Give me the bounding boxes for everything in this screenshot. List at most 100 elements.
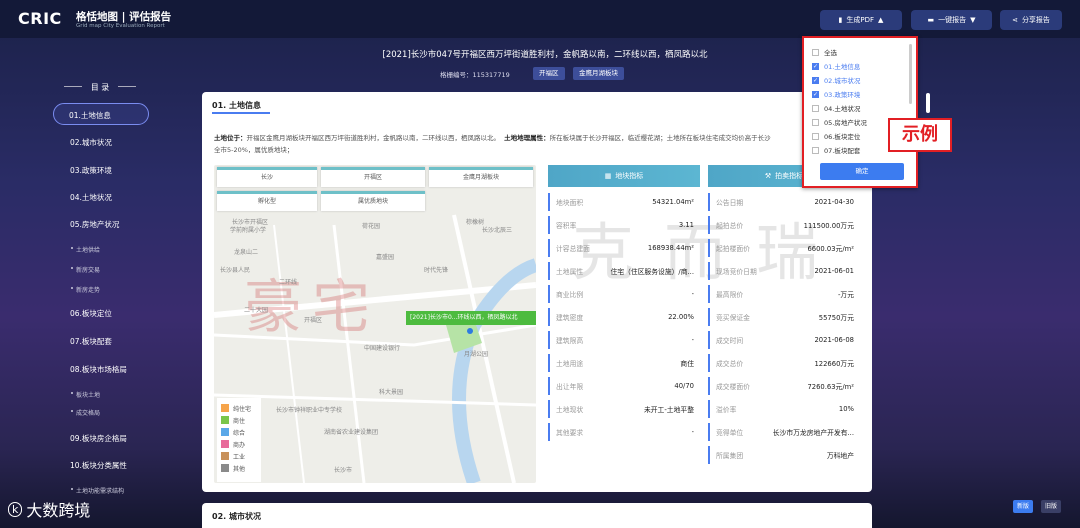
map-tab-sector[interactable]: 金鹰月湖板块 bbox=[429, 167, 533, 187]
toc-item-market[interactable]: 08.板块市场格局 bbox=[70, 364, 127, 375]
checkbox[interactable] bbox=[812, 104, 819, 112]
indicator-row: 计容总建面 168938.44m² bbox=[548, 239, 700, 257]
caret-up-icon: ▲ bbox=[878, 16, 884, 24]
toc-item-positioning[interactable]: 06.板块定位 bbox=[70, 308, 112, 319]
app-subtitle: Grid map City Evaluation Report bbox=[76, 23, 165, 29]
legend-item: 综合 bbox=[221, 426, 257, 438]
indicator-row: 建筑密度 22.00% bbox=[548, 308, 700, 326]
land-indicators-list: 地块面积 54321.04m² 容积率 3.11 计容总建面 168938.44m² … bbox=[548, 193, 700, 446]
toc-sub-deal-pattern[interactable]: 成交格局 bbox=[70, 408, 100, 417]
checkbox[interactable] bbox=[812, 146, 819, 154]
dd-item-policy[interactable]: ✓ 03.政策环境 bbox=[812, 89, 860, 99]
map-label: 学前附属小学 bbox=[230, 227, 267, 234]
map-legend: 纯住宅 商住 综合 商办 工业 其他 bbox=[217, 398, 261, 482]
map-label: 月湖公园 bbox=[464, 351, 489, 358]
dd-item-city[interactable]: ✓ 02.城市状况 bbox=[812, 75, 860, 85]
legend-swatch bbox=[221, 416, 229, 424]
map-label: 湖南省农业建设集团 bbox=[324, 429, 379, 436]
share-icon: ⋖ bbox=[1012, 16, 1018, 24]
dd-item-land-info[interactable]: ✓ 01.土地信息 bbox=[812, 61, 860, 71]
toc-item-facilities[interactable]: 07.板块配套 bbox=[70, 336, 112, 347]
toc-item-classification[interactable]: 10.板块分类属性 bbox=[70, 460, 127, 471]
one-click-report-button[interactable]: ▬ 一键报告 ▼ bbox=[911, 10, 992, 30]
dropdown-scrollbar[interactable] bbox=[909, 44, 912, 104]
caret-down-icon: ▼ bbox=[970, 16, 976, 24]
map-tab-city[interactable]: 长沙 bbox=[217, 167, 317, 187]
map-label: 嘉盛园 bbox=[376, 254, 395, 261]
pdf-section-dropdown: 全选 ✓ 01.土地信息 ✓ 02.城市状况 ✓ 03.政策环境 04.土地状况 05… bbox=[802, 36, 918, 188]
legend-swatch bbox=[221, 452, 229, 460]
legend-item: 商办 bbox=[221, 438, 257, 450]
checkbox-checked[interactable]: ✓ bbox=[812, 62, 819, 70]
legend-item: 纯住宅 bbox=[221, 402, 257, 414]
toc-item-city[interactable]: 02.城市状况 bbox=[70, 137, 112, 148]
auction-row: 竞买保证金 55750万元 bbox=[708, 308, 860, 326]
dd-item-real-estate[interactable]: 05.房地产状况 bbox=[812, 117, 867, 127]
district-tag: 开福区 bbox=[533, 67, 565, 80]
checkbox-checked[interactable]: ✓ bbox=[812, 76, 819, 84]
section-underline bbox=[212, 112, 270, 114]
map-label: 龙泉山二 bbox=[234, 249, 259, 256]
bottom-brand: k 大数跨境 bbox=[8, 497, 90, 521]
toc-item-land-info[interactable]: 01.土地信息 bbox=[53, 103, 149, 125]
legend-item: 工业 bbox=[221, 450, 257, 462]
city-status-card: 02. 城市状况 bbox=[202, 503, 872, 528]
auction-row: 起拍总价 111500.00万元 bbox=[708, 216, 860, 234]
land-map[interactable]: 豪宅 长沙 开福区 金鹰月湖板块 孵化型 属优质地块 长沙市 开福区 学前附属小学… bbox=[214, 165, 536, 483]
map-tab-quality[interactable]: 属优质地块 bbox=[321, 191, 425, 211]
checkbox[interactable] bbox=[812, 118, 819, 126]
land-location-text: 土地位于：开福区金鹰月湖板块开福区西万坪街道胜利村，金帆路以南，二环线以西，栖凤… bbox=[214, 132, 864, 156]
location-value: 开福区金鹰月湖板块开福区西万坪街道胜利村，金帆路以南，二环线以西，栖凤路以北。 bbox=[246, 134, 501, 142]
dd-select-all[interactable]: 全选 bbox=[812, 47, 837, 57]
report-label: 一键报告 bbox=[938, 16, 967, 24]
map-label: 长沙县人民 bbox=[220, 267, 251, 274]
auction-indicators-list: 公告日期 2021-04-30 起拍总价 111500.00万元 起拍楼面价 6600… bbox=[708, 193, 860, 469]
indicator-row: 容积率 3.11 bbox=[548, 216, 700, 234]
toc-item-land-status[interactable]: 04.土地状况 bbox=[70, 192, 112, 203]
toc-item-policy[interactable]: 03.政策环境 bbox=[70, 165, 112, 176]
map-label: 长沙市 bbox=[334, 467, 353, 474]
attr-value: 所在板块属于长沙开福区，临近樱花湖；土地所在板块住宅成交均价高于长沙 bbox=[549, 134, 771, 142]
toc-heading: 目 录 bbox=[60, 82, 140, 93]
confirm-button[interactable]: 确定 bbox=[820, 163, 904, 180]
map-label: 二环线 bbox=[279, 279, 298, 286]
toc-sub-land-supply[interactable]: 土地供给 bbox=[70, 245, 100, 254]
indicator-row: 地块面积 54321.04m² bbox=[548, 193, 700, 211]
auction-row: 成交楼面价 7260.63元/m² bbox=[708, 377, 860, 395]
document-icon: ▮ bbox=[838, 16, 843, 24]
auction-row: 溢价率 10% bbox=[708, 400, 860, 418]
map-tab-district[interactable]: 开福区 bbox=[321, 167, 425, 187]
generate-pdf-label: 生成PDF bbox=[846, 16, 875, 24]
toc-sub-new-trade[interactable]: 新房交易 bbox=[70, 265, 100, 274]
scrollbar-thumb[interactable] bbox=[926, 93, 930, 113]
old-version-button[interactable]: 旧版 bbox=[1041, 500, 1062, 513]
toc-item-real-estate[interactable]: 05.房地产状况 bbox=[70, 219, 119, 230]
map-label: 棕橡树 bbox=[466, 219, 485, 226]
toc-sub-sector-land[interactable]: 板块土地 bbox=[70, 390, 100, 399]
checkbox[interactable] bbox=[812, 48, 819, 56]
checkbox[interactable] bbox=[812, 132, 819, 140]
toc-sub-demand[interactable]: 土地功能需求结构 bbox=[70, 486, 124, 495]
toc-item-developers[interactable]: 09.板块房企格局 bbox=[70, 433, 127, 444]
dd-item-facilities[interactable]: 07.板块配套 bbox=[812, 145, 860, 155]
section-title: 01. 土地信息 bbox=[212, 101, 261, 110]
map-tab-type[interactable]: 孵化型 bbox=[217, 191, 317, 211]
new-version-button[interactable]: 新版 bbox=[1013, 500, 1034, 513]
page-title: [2021]长沙市047号开福区西万坪街道胜利村，金帆路以南，二环线以西，栖凤路… bbox=[382, 50, 708, 60]
attr-label: 土地地理属性： bbox=[504, 134, 550, 142]
brand-name: 大数跨境 bbox=[26, 501, 91, 520]
logo[interactable]: CRIC bbox=[18, 9, 62, 28]
legend-swatch bbox=[221, 404, 229, 412]
app-title: 格恬地图 | 评估报告 bbox=[76, 11, 172, 23]
share-report-button[interactable]: ⋖ 分享报告 bbox=[1000, 10, 1062, 30]
map-label: 二十大园 bbox=[244, 307, 269, 314]
generate-pdf-button[interactable]: ▮ 生成PDF ▲ bbox=[820, 10, 902, 30]
checkbox-checked[interactable]: ✓ bbox=[812, 90, 819, 98]
attr-value-2: 全市5-20%，属优质地块； bbox=[214, 146, 294, 154]
dd-item-positioning[interactable]: 06.板块定位 bbox=[812, 131, 860, 141]
share-label: 分享报告 bbox=[1021, 16, 1050, 24]
sample-label: 示例 bbox=[888, 118, 952, 152]
land-poi-label[interactable]: [2021]长沙市0...环线以西，栖凤路以北 bbox=[406, 311, 536, 325]
dd-item-land-status[interactable]: 04.土地状况 bbox=[812, 103, 860, 113]
toc-sub-new-trend[interactable]: 新房走势 bbox=[70, 285, 100, 294]
